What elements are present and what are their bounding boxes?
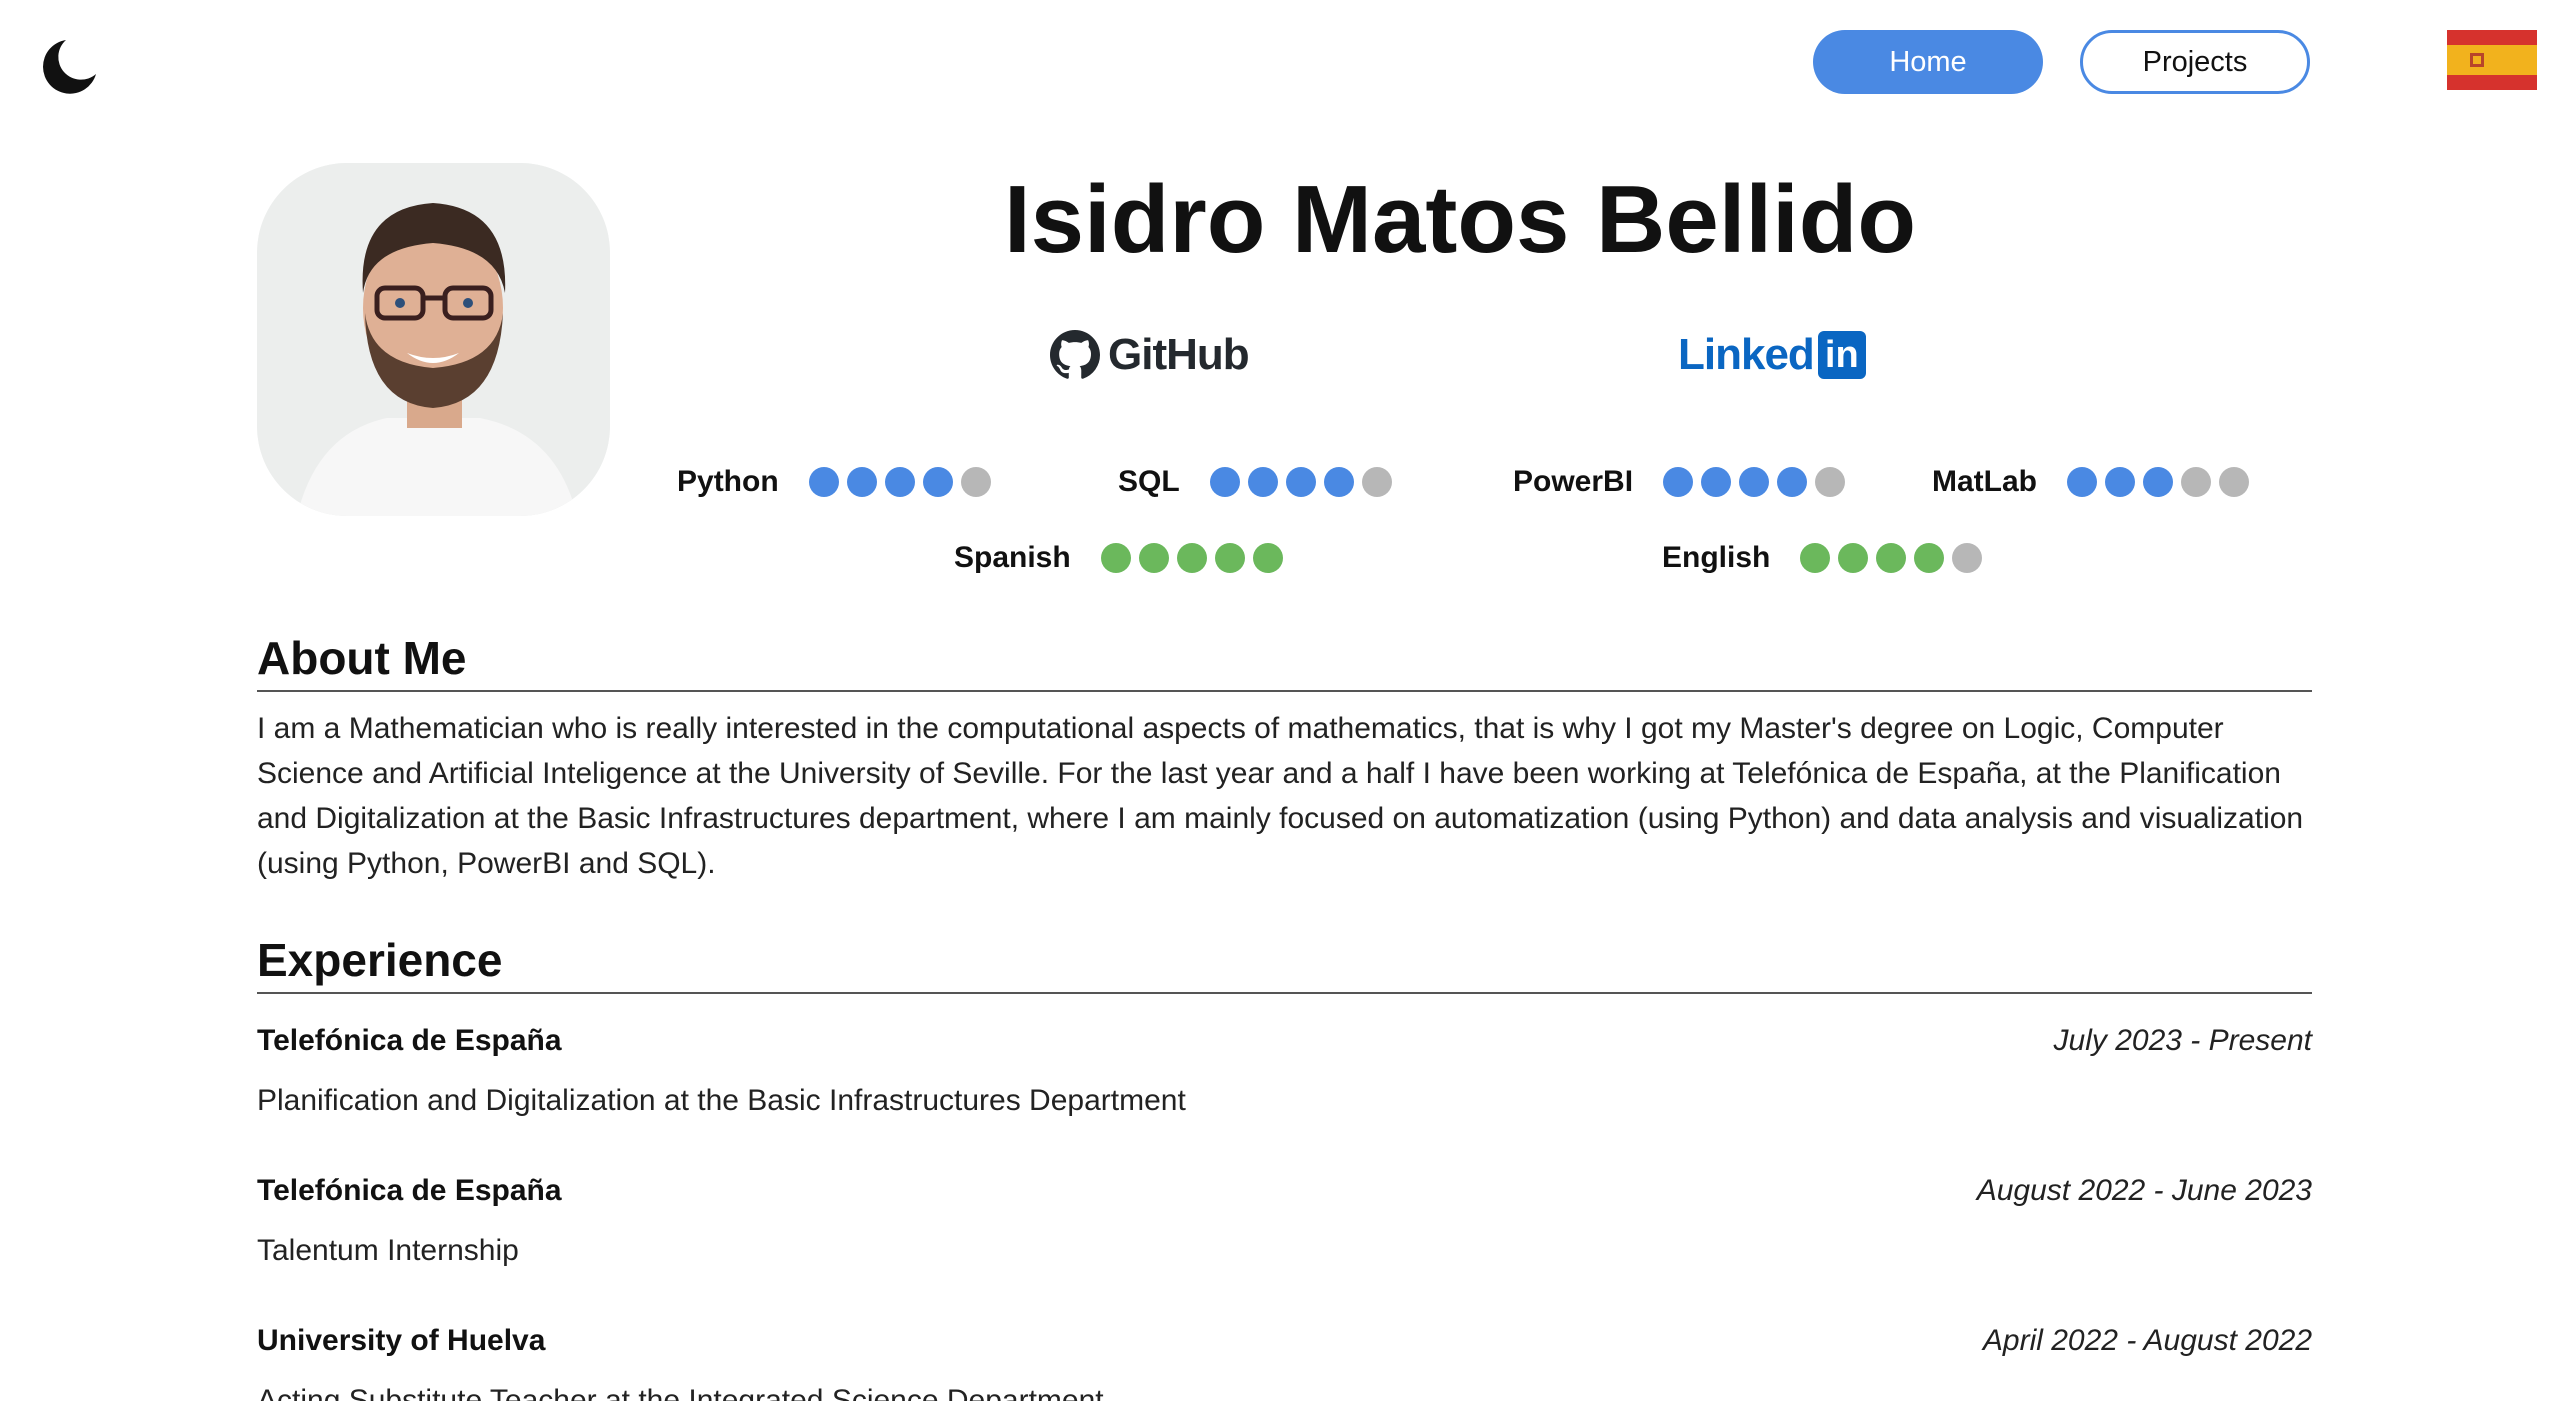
experience-role: Planification and Digitalization at the … xyxy=(257,1084,1186,1117)
rating-dot xyxy=(922,467,953,497)
skill-rating xyxy=(808,467,991,497)
rating-dot xyxy=(960,467,991,497)
home-button[interactable]: Home xyxy=(1813,30,2043,94)
skill-label: Python xyxy=(677,465,779,498)
rating-dot xyxy=(1209,467,1240,497)
experience-company: Telefónica de España xyxy=(257,1024,562,1057)
rating-dot xyxy=(2219,467,2249,497)
language-rating xyxy=(1100,543,1283,573)
skill-matlab: MatLab xyxy=(1932,462,2249,502)
experience-date: April 2022 - August 2022 xyxy=(1982,1324,2312,1357)
about-text: I am a Mathematician who is really inter… xyxy=(257,712,2304,880)
language-label: Spanish xyxy=(954,541,1071,574)
language-english: English xyxy=(1662,538,1983,578)
linkedin-label: Linked xyxy=(1678,330,1815,379)
experience-role: Talentum Internship xyxy=(257,1234,519,1267)
skill-label: PowerBI xyxy=(1513,465,1634,498)
skill-rating xyxy=(2067,467,2249,497)
rating-dot xyxy=(1138,543,1169,573)
skill-python: Python xyxy=(677,462,991,502)
experience-item: Telefónica de España July 2023 - Present… xyxy=(257,994,2312,1144)
linkedin-link[interactable]: Linked in xyxy=(1678,318,1866,392)
rating-dot xyxy=(1663,467,1694,497)
github-label: GitHub xyxy=(1108,330,1250,379)
rating-dot xyxy=(884,467,915,497)
skill-label: MatLab xyxy=(1932,465,2037,498)
rating-dot xyxy=(1739,467,1770,497)
rating-dot xyxy=(2181,467,2211,497)
rating-dot xyxy=(1176,543,1207,573)
moon-icon[interactable] xyxy=(36,34,102,100)
github-icon xyxy=(1050,330,1100,379)
rating-dot xyxy=(1247,467,1278,497)
experience-section: Experience Telefónica de España July 202… xyxy=(257,932,2312,1401)
skill-label: SQL xyxy=(1118,465,1180,498)
experience-role: Acting Substitute Teacher at the Integra… xyxy=(257,1384,1104,1401)
rating-dot xyxy=(1323,467,1354,497)
projects-button[interactable]: Projects xyxy=(2080,30,2310,94)
linkedin-icon: in xyxy=(1817,331,1866,379)
rating-dot xyxy=(1914,543,1945,573)
rating-dot xyxy=(1800,543,1831,573)
rating-dot xyxy=(846,467,877,497)
avatar xyxy=(257,163,610,516)
rating-dot xyxy=(808,467,839,497)
rating-dot xyxy=(1815,467,1846,497)
experience-item: University of Huelva April 2022 - August… xyxy=(257,1294,2312,1401)
experience-date: August 2022 - June 2023 xyxy=(1976,1174,2312,1207)
language-label: English xyxy=(1662,541,1771,574)
rating-dot xyxy=(1252,543,1283,573)
experience-item: Telefónica de España August 2022 - June … xyxy=(257,1144,2312,1294)
rating-dot xyxy=(1952,543,1983,573)
about-heading: About Me xyxy=(257,630,2312,692)
rating-dot xyxy=(1361,467,1392,497)
skill-rating xyxy=(1663,467,1846,497)
skill-sql: SQL xyxy=(1118,462,1392,502)
rating-dot xyxy=(1876,543,1907,573)
experience-company: University of Huelva xyxy=(257,1324,546,1357)
rating-dot xyxy=(2105,467,2135,497)
rating-dot xyxy=(1214,543,1245,573)
skill-rating xyxy=(1209,467,1392,497)
page-title: Isidro Matos Bellido xyxy=(1003,166,1917,273)
skill-powerbi: PowerBI xyxy=(1513,462,1846,502)
language-rating xyxy=(1800,543,1983,573)
experience-date: July 2023 - Present xyxy=(2053,1024,2312,1057)
github-link[interactable]: GitHub xyxy=(1050,318,1250,392)
rating-dot xyxy=(2143,467,2173,497)
experience-company: Telefónica de España xyxy=(257,1174,562,1207)
rating-dot xyxy=(1838,543,1869,573)
experience-heading: Experience xyxy=(257,932,2312,994)
about-section: About Me I am a Mathematician who is rea… xyxy=(257,630,2312,886)
rating-dot xyxy=(1100,543,1131,573)
rating-dot xyxy=(2067,467,2097,497)
rating-dot xyxy=(1701,467,1732,497)
rating-dot xyxy=(1285,467,1316,497)
language-spanish: Spanish xyxy=(954,538,1283,578)
spain-flag-icon[interactable] xyxy=(2447,30,2537,90)
rating-dot xyxy=(1777,467,1808,497)
